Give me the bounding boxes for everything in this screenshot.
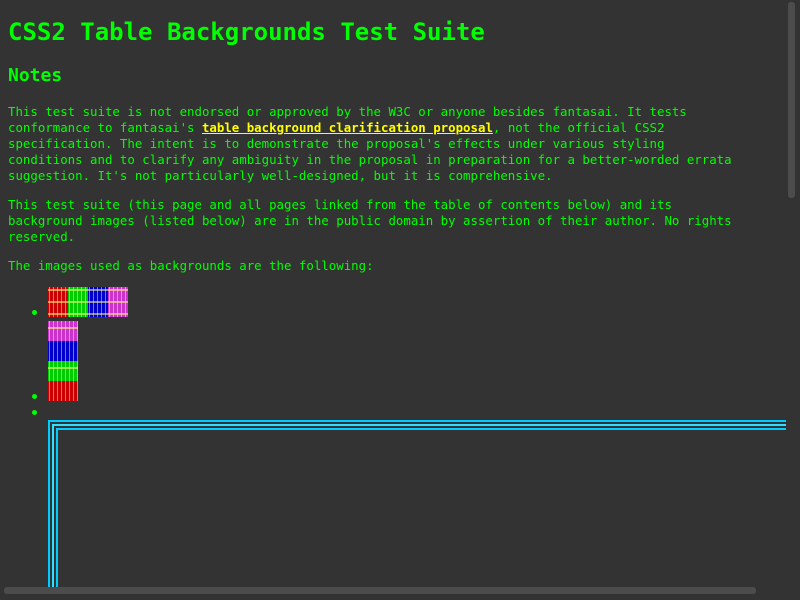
- vertical-stripes-image: [48, 321, 78, 401]
- page-title: CSS2 Table Backgrounds Test Suite: [8, 18, 485, 46]
- list-bullet: [32, 394, 37, 399]
- stripe-line: [57, 321, 58, 401]
- stripe-line: [53, 321, 54, 401]
- stripe-line: [48, 313, 128, 315]
- horizontal-scrollbar-thumb[interactable]: [4, 587, 756, 594]
- page-content: CSS2 Table Backgrounds Test Suite Notes …: [0, 0, 790, 590]
- list-bullet: [32, 310, 37, 315]
- stripe-line: [73, 321, 74, 401]
- proposal-link[interactable]: table background clarification proposal: [202, 120, 493, 135]
- stripe-line: [48, 289, 128, 291]
- list-bullet: [32, 410, 37, 415]
- stripe-line: [65, 321, 66, 401]
- stripe-line: [69, 321, 70, 401]
- images-intro-paragraph: The images used as backgrounds are the f…: [8, 258, 374, 273]
- vertical-scrollbar-thumb[interactable]: [788, 2, 795, 198]
- stripe-line: [48, 301, 128, 303]
- stripe-line: [61, 321, 62, 401]
- stripe-line: [77, 321, 78, 401]
- cyan-border-image: [48, 420, 790, 590]
- stripe-line: [48, 367, 78, 369]
- border-frame-inner: [56, 428, 790, 590]
- stripe-line: [48, 327, 78, 329]
- horizontal-stripes-image: [48, 287, 128, 317]
- public-domain-paragraph: This test suite (this page and all pages…: [8, 197, 732, 244]
- notes-heading: Notes: [8, 65, 63, 86]
- disclaimer-paragraph: This test suite is not endorsed or appro…: [8, 104, 790, 184]
- stripe-line: [49, 321, 50, 401]
